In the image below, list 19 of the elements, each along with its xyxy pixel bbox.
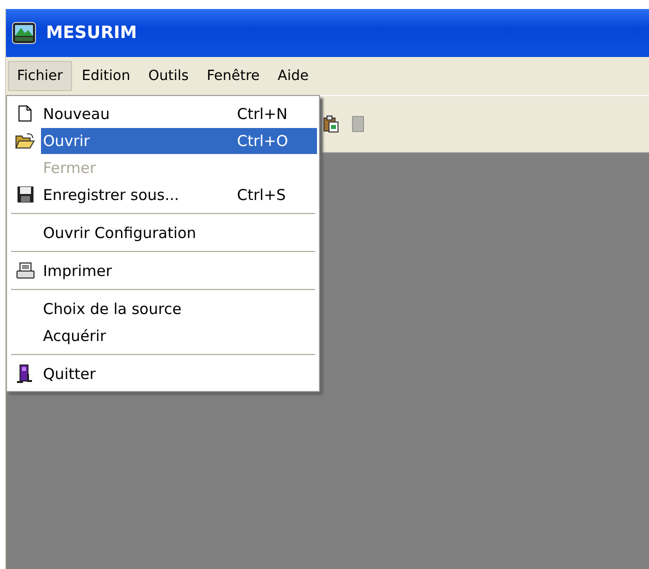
menu-item[interactable]: Quitter [9, 360, 317, 387]
menu-item[interactable]: Acquérir [9, 322, 317, 349]
menu-item[interactable]: Choix de la source [9, 295, 317, 322]
page-icon [18, 105, 32, 122]
clipboard-icon[interactable] [322, 115, 340, 133]
menu-item[interactable]: Enregistrer sous... Ctrl+S [9, 181, 317, 208]
menu-item[interactable]: Imprimer [9, 257, 317, 284]
menu-bar-item[interactable]: Edition [74, 62, 138, 90]
app-icon [12, 22, 36, 44]
folder-icon [15, 132, 35, 148]
menu-item[interactable]: Nouveau Ctrl+N [9, 100, 317, 127]
menu-bar-item[interactable]: Outils [140, 62, 197, 90]
menu-item[interactable]: Ouvrir Configuration [9, 219, 317, 246]
window-title: MESURIM [46, 23, 137, 43]
menu-bar-item[interactable]: Fenêtre [198, 62, 268, 90]
printer-icon [16, 262, 34, 279]
doorway-figure-icon [16, 364, 34, 383]
menu-bar-item[interactable]: Fichier [8, 61, 72, 91]
menu-bar-item[interactable]: Aide [270, 62, 317, 90]
